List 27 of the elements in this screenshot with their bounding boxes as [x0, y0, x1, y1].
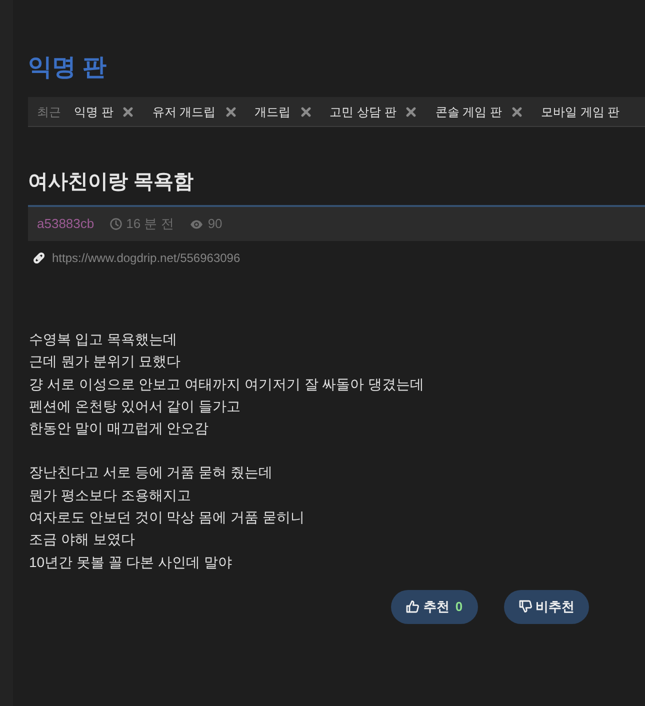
clock-icon	[110, 218, 122, 230]
board-title: 익명 판	[28, 53, 108, 83]
recent-board-link[interactable]: 고민 상담 판	[330, 102, 396, 120]
post-paragraph: 수영복 입고 목욕했는데 근데 뭔가 분위기 묘했다 걍 서로 이성으로 안보고 여태까지 여기저기 잘 싸돌아 댕겼는데 펜션에 온천탕 있어서 같이 들가고 한동안 말이 매끄럽게 안오감	[28, 330, 426, 438]
link-icon	[32, 251, 46, 265]
recent-board-link[interactable]: 콘솔 게임 판	[435, 102, 502, 120]
recent-board-link[interactable]: 익명 판	[74, 102, 114, 120]
view-count: 90	[208, 215, 222, 234]
close-icon[interactable]	[123, 106, 134, 116]
close-icon[interactable]	[512, 106, 522, 116]
recent-board-link[interactable]: 유저 개드립	[152, 102, 216, 120]
close-icon[interactable]	[226, 106, 236, 116]
close-icon[interactable]	[406, 106, 416, 116]
upvote-button[interactable]: 추천 0	[391, 590, 478, 624]
upvote-count: 0	[455, 598, 463, 616]
close-icon[interactable]	[300, 106, 311, 116]
post-paragraph: 장난친다고 서로 등에 거품 묻혀 줬는데 뭔가 평소보다 조용해지고 여자로도 안보던 것이 막상 몸에 거품 묻히니 조금 야해 보였다 10년간 못볼 꼴 다본 사인데 말야	[28, 463, 306, 572]
thumbs-down-icon	[518, 600, 532, 614]
recent-board-link[interactable]: 모바일 게임 판	[541, 102, 620, 120]
post-title: 여사친이랑 목욕함	[28, 170, 195, 195]
post-time: 16 분 전	[126, 215, 174, 234]
recent-board-link[interactable]: 개드립	[254, 102, 291, 120]
thumbs-up-icon	[406, 600, 420, 614]
recent-label: 최근	[37, 104, 61, 120]
eye-icon	[190, 220, 203, 228]
post-url-link[interactable]: https://www.dogdrip.net/556963096	[52, 249, 240, 267]
downvote-button[interactable]: 비추천	[504, 590, 589, 624]
